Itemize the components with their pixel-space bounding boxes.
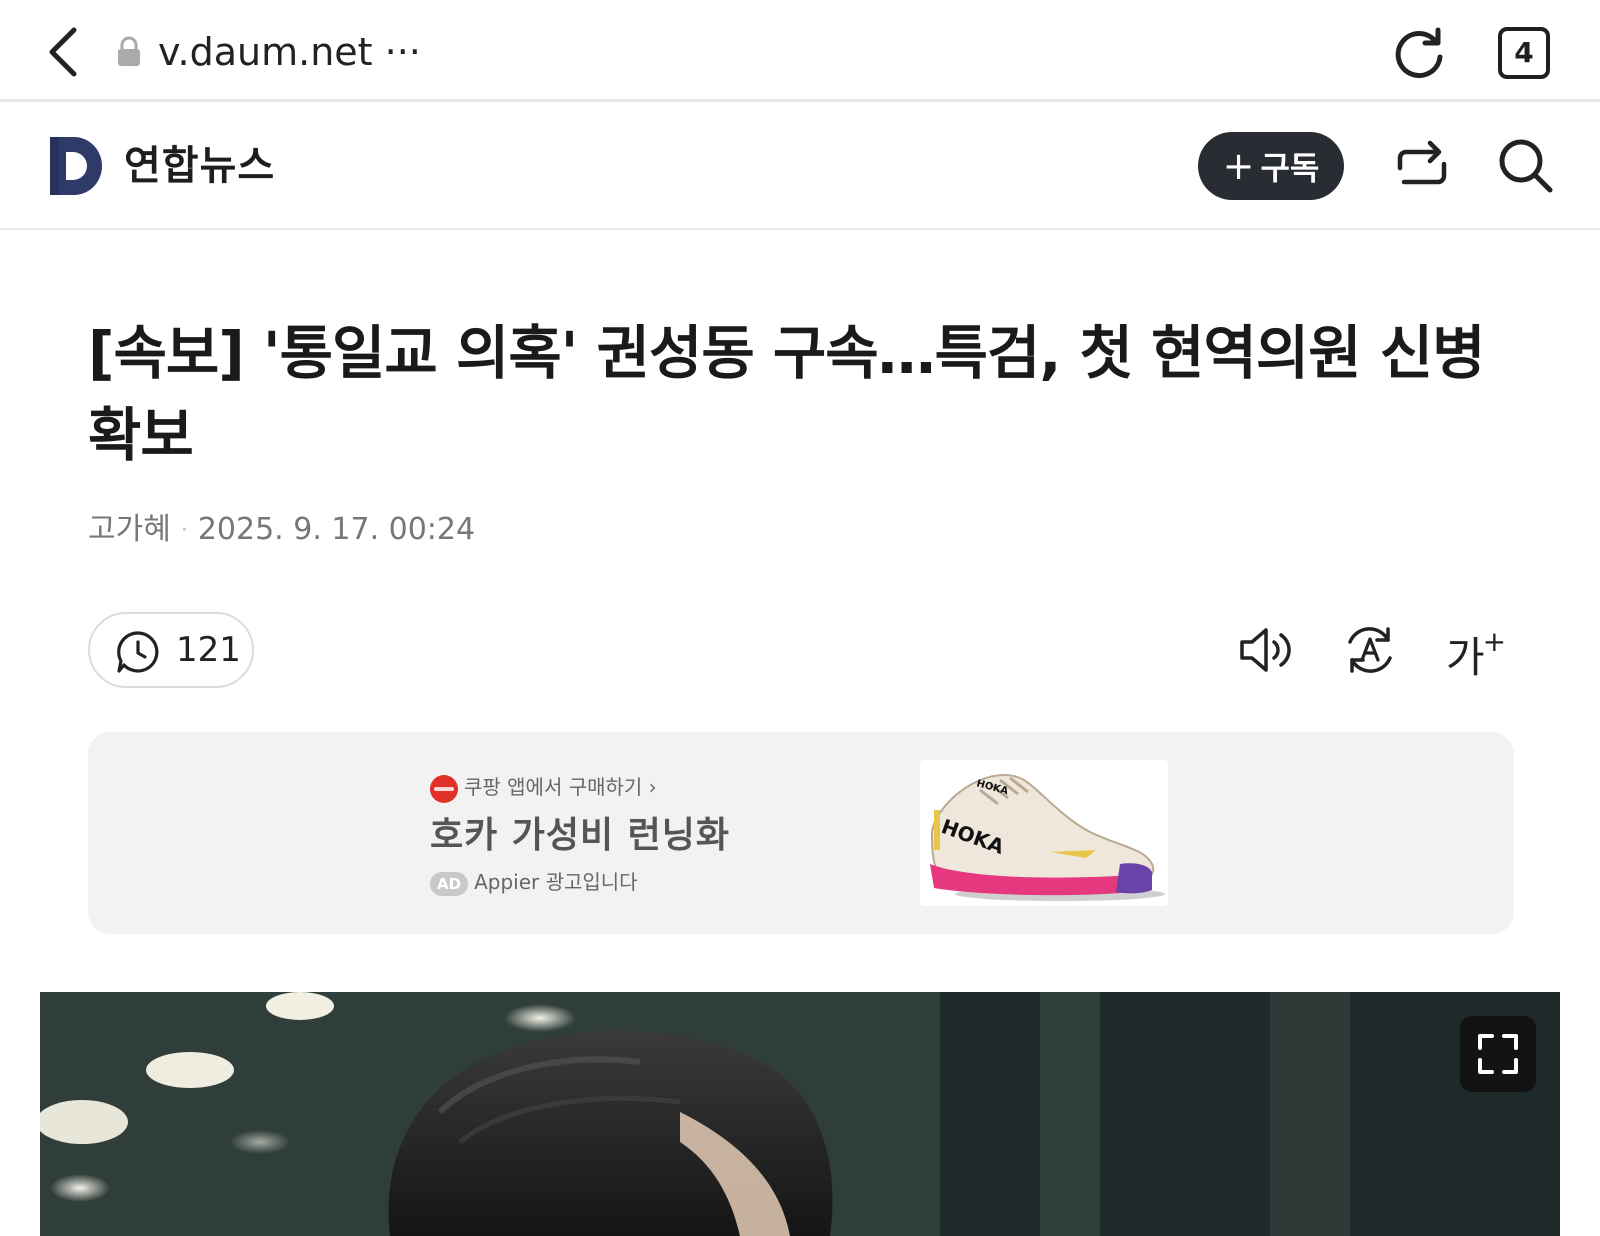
- subscribe-label: 구독: [1260, 149, 1320, 187]
- press-name[interactable]: 연합뉴스: [124, 138, 275, 194]
- browser-address-bar: v.daum.net ··· 4: [0, 0, 1600, 102]
- author-name[interactable]: 고가혜: [88, 512, 171, 547]
- ad-badge: AD: [430, 871, 469, 896]
- ad-label: Appier 광고입니다: [474, 870, 638, 894]
- subscribe-button[interactable]: + 구독: [1198, 132, 1344, 200]
- comment-button[interactable]: 121: [88, 612, 254, 688]
- reload-icon[interactable]: [1390, 24, 1448, 82]
- ad-disclosure: AD Appier 광고입니다: [430, 868, 638, 896]
- ad-source-label: 쿠팡 앱에서 구매하기 ›: [464, 775, 657, 799]
- tab-count-button[interactable]: 4: [1498, 27, 1550, 79]
- plus-icon: +: [1222, 144, 1255, 188]
- coupang-logo: [430, 774, 458, 803]
- publish-datetime: 2025. 9. 17. 00:24: [197, 512, 476, 547]
- translate-icon[interactable]: [1340, 620, 1400, 680]
- daum-logo[interactable]: [50, 137, 106, 195]
- article-headline: [속보] '통일교 의혹' 권성동 구속…특검, 첫 현역의원 신병 확보: [88, 319, 1485, 469]
- meta-separator: ·: [180, 517, 188, 543]
- comment-count: 121: [176, 630, 241, 670]
- lock-icon: [118, 36, 140, 66]
- running-shoe-image: HOKA HOKA: [930, 774, 1165, 901]
- comment-icon: [117, 631, 159, 673]
- back-icon[interactable]: [40, 22, 96, 82]
- font-size-button[interactable]: 가+: [1446, 618, 1516, 682]
- article-photo[interactable]: [40, 992, 1560, 1236]
- font-size-label: 가: [1446, 633, 1485, 682]
- article-meta: 고가혜 · 2025. 9. 17. 00:24: [88, 510, 475, 551]
- speaker-icon[interactable]: [1236, 620, 1296, 680]
- ad-product-image[interactable]: HOKA HOKA: [920, 760, 1168, 906]
- ad-banner[interactable]: 쿠팡 앱에서 구매하기 › 호카 가성비 런닝화 AD Appier 광고입니다 …: [88, 732, 1514, 934]
- search-icon[interactable]: [1496, 136, 1556, 196]
- site-header: 연합뉴스 + 구독: [0, 102, 1600, 230]
- share-icon[interactable]: [1394, 138, 1450, 194]
- ad-source[interactable]: 쿠팡 앱에서 구매하기 ›: [430, 772, 657, 803]
- ad-title[interactable]: 호카 가성비 런닝화: [430, 812, 730, 860]
- photo-image: [40, 992, 1560, 1236]
- font-size-plus: +: [1482, 625, 1507, 658]
- expand-icon[interactable]: [1460, 1016, 1536, 1092]
- url-text[interactable]: v.daum.net ···: [158, 26, 421, 78]
